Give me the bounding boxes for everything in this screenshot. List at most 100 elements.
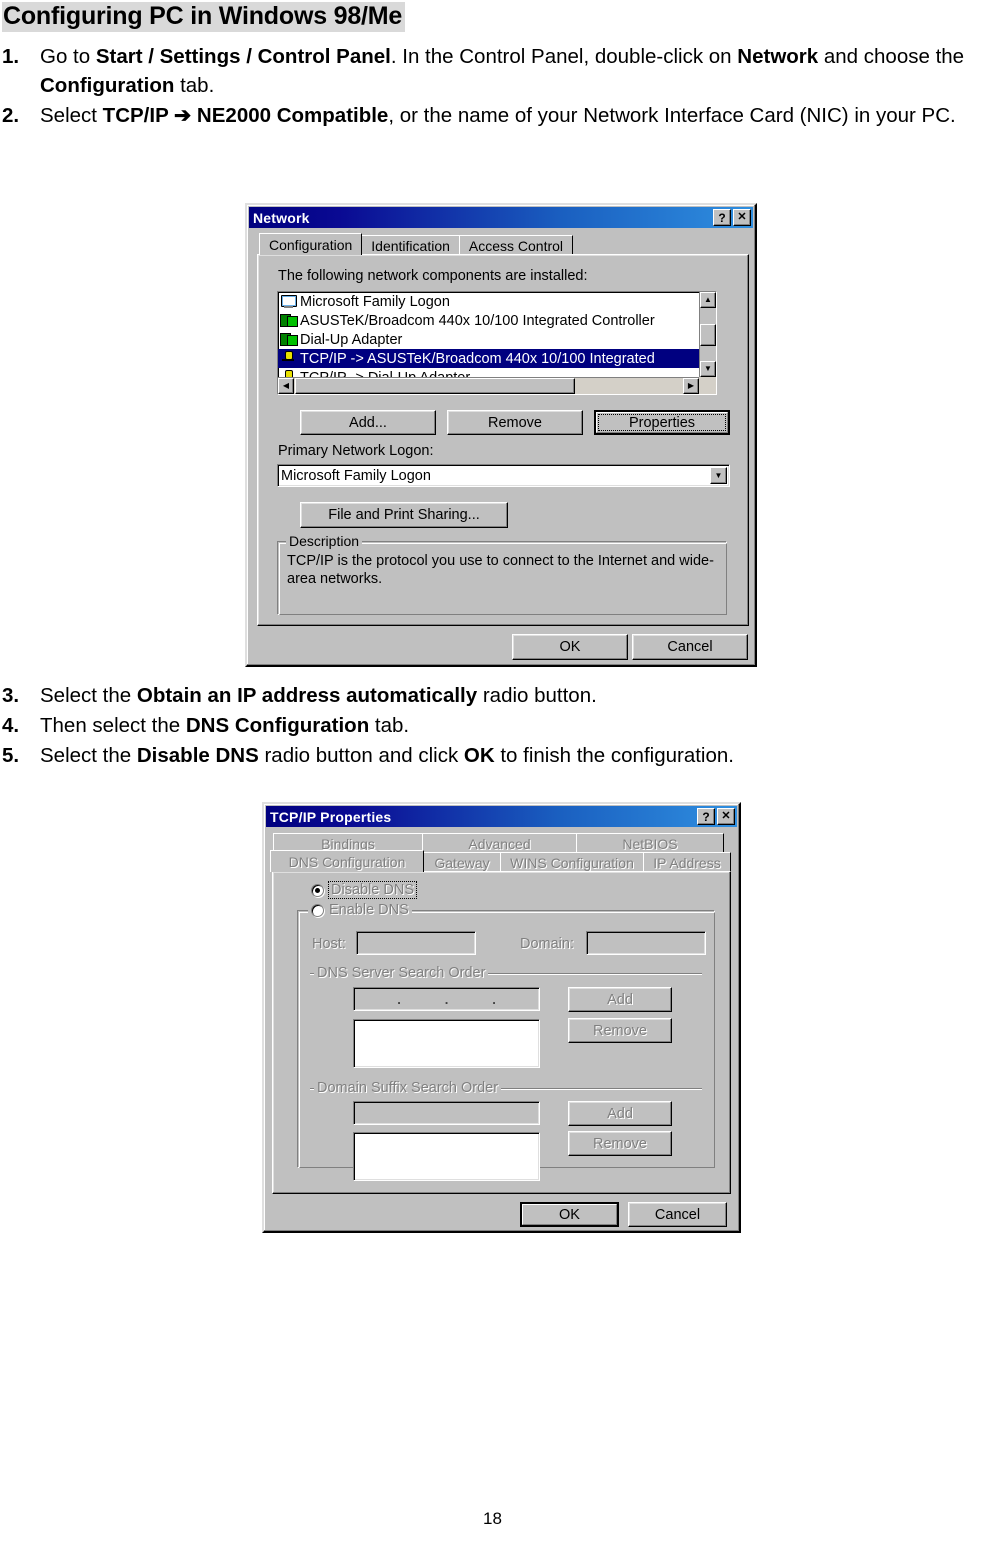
disable-dns-label: Disable DNS bbox=[328, 881, 417, 899]
host-input[interactable] bbox=[356, 931, 476, 955]
step-number: 3. bbox=[2, 684, 20, 707]
tab-wins-configuration[interactable]: WINS Configuration bbox=[500, 852, 644, 872]
ok-button-label: OK bbox=[559, 639, 581, 655]
dns-search-order-title: DNS Server Search Order bbox=[314, 965, 489, 981]
tcpip-cancel-button[interactable]: Cancel bbox=[628, 1202, 727, 1227]
tab-identification[interactable]: Identification bbox=[361, 235, 460, 255]
add-button[interactable]: Add... bbox=[300, 410, 436, 435]
tab-label: DNS Configuration bbox=[288, 853, 406, 870]
list-item-label: Microsoft Family Logon bbox=[300, 293, 450, 310]
network-components-list[interactable]: Microsoft Family Logon ASUSTeK/Broadcom … bbox=[277, 291, 717, 395]
step-text: Select the Obtain an IP address automati… bbox=[40, 684, 597, 707]
tcpip-ok-button[interactable]: OK bbox=[520, 1202, 619, 1227]
page-number: 18 bbox=[483, 1509, 502, 1528]
list-item[interactable]: Dial-Up Adapter bbox=[278, 330, 699, 349]
cancel-button-label: Cancel bbox=[667, 639, 713, 655]
domain-label: Domain: bbox=[520, 936, 574, 952]
suffix-add-label: Add bbox=[607, 1105, 633, 1122]
primary-logon-value: Microsoft Family Logon bbox=[281, 467, 431, 484]
properties-button[interactable]: Properties bbox=[594, 410, 730, 435]
scroll-right-icon[interactable]: ▶ bbox=[683, 378, 699, 394]
dns-remove-button[interactable]: Remove bbox=[568, 1018, 672, 1043]
step-number: 5. bbox=[2, 744, 20, 768]
list-item[interactable]: TCP/IP -> ASUSTeK/Broadcom 440x 10/100 I… bbox=[278, 349, 699, 368]
tab-label: Access Control bbox=[468, 237, 564, 254]
network-titlebar[interactable]: Network ? ✕ bbox=[249, 207, 753, 228]
tab-ip-address[interactable]: IP Address bbox=[643, 852, 731, 872]
list-item[interactable]: TCP/IP -> Dial-Up Adapter bbox=[278, 368, 699, 377]
tab-label: Identification bbox=[371, 237, 450, 254]
nic-icon bbox=[280, 313, 298, 328]
scroll-up-icon[interactable]: ▲ bbox=[700, 292, 716, 308]
description-text: TCP/IP is the protocol you use to connec… bbox=[287, 553, 714, 588]
ok-button[interactable]: OK bbox=[512, 634, 628, 660]
tcpip-titlebar[interactable]: TCP/IP Properties ? ✕ bbox=[266, 806, 737, 827]
remove-button[interactable]: Remove bbox=[447, 410, 583, 435]
remove-button-label: Remove bbox=[488, 414, 542, 431]
scroll-thumb[interactable] bbox=[295, 378, 575, 394]
tcpip-tabstrip-row2[interactable]: DNS Configuration Gateway WINS Configura… bbox=[270, 850, 731, 872]
list-item-label: TCP/IP -> ASUSTeK/Broadcom 440x 10/100 I… bbox=[300, 350, 655, 367]
instruction-steps-2: 3. Select the Obtain an IP address autom… bbox=[0, 681, 985, 771]
help-icon[interactable]: ? bbox=[713, 209, 731, 226]
dns-remove-label: Remove bbox=[593, 1022, 647, 1039]
domain-input[interactable] bbox=[586, 931, 706, 955]
tcpip-properties-dialog[interactable]: TCP/IP Properties ? ✕ Bindings Advanced … bbox=[262, 802, 741, 1233]
dns-add-button[interactable]: Add bbox=[568, 987, 672, 1012]
chevron-down-icon[interactable]: ▼ bbox=[710, 467, 727, 484]
scroll-down-icon[interactable]: ▼ bbox=[700, 361, 716, 377]
suffix-remove-button[interactable]: Remove bbox=[568, 1131, 672, 1156]
page-title: Configuring PC in Windows 98/Me bbox=[2, 2, 406, 32]
list-item: 1. Go to Start / Settings / Control Pane… bbox=[0, 42, 985, 100]
suffix-input[interactable] bbox=[353, 1101, 540, 1125]
dns-configuration-panel: Disable DNS Enable DNS Host: Domain: DNS… bbox=[272, 871, 731, 1194]
tcpip-cancel-label: Cancel bbox=[654, 1206, 701, 1223]
close-icon[interactable]: ✕ bbox=[717, 808, 735, 825]
network-dialog[interactable]: Network ? ✕ Configuration Identification… bbox=[245, 203, 757, 667]
suffix-add-button[interactable]: Add bbox=[568, 1101, 672, 1126]
suffix-list[interactable] bbox=[353, 1132, 540, 1181]
protocol-icon bbox=[280, 351, 297, 366]
tab-gateway[interactable]: Gateway bbox=[423, 852, 501, 872]
network-tabstrip[interactable]: Configuration Identification Access Cont… bbox=[259, 233, 574, 255]
step-text: Select TCP/IP ➔ NE2000 Compatible, or th… bbox=[40, 104, 956, 128]
dns-server-list[interactable] bbox=[353, 1019, 540, 1068]
enable-dns-groupbox: Enable DNS Host: Domain: DNS Server Sear… bbox=[297, 902, 715, 1181]
tab-configuration[interactable]: Configuration bbox=[259, 233, 363, 255]
list-item-label: Dial-Up Adapter bbox=[300, 331, 403, 348]
scroll-thumb[interactable] bbox=[700, 324, 716, 346]
close-icon[interactable]: ✕ bbox=[733, 209, 751, 226]
description-title: Description bbox=[286, 533, 363, 549]
radio-indicator bbox=[311, 903, 324, 917]
step-text: Go to Start / Settings / Control Panel. … bbox=[40, 45, 965, 98]
enable-dns-radio[interactable]: Enable DNS bbox=[308, 902, 412, 918]
protocol-icon bbox=[280, 370, 297, 377]
description-groupbox: Description TCP/IP is the protocol you u… bbox=[277, 533, 727, 615]
cancel-button[interactable]: Cancel bbox=[632, 634, 748, 660]
tab-label: IP Address bbox=[653, 854, 721, 871]
disable-dns-radio[interactable]: Disable DNS bbox=[311, 881, 417, 899]
tab-dns-configuration[interactable]: DNS Configuration bbox=[270, 850, 424, 872]
list-horizontal-scrollbar[interactable]: ◀ ▶ bbox=[278, 377, 699, 394]
help-icon[interactable]: ? bbox=[697, 808, 715, 825]
primary-logon-combobox[interactable]: Microsoft Family Logon ▼ bbox=[277, 464, 730, 487]
step-number: 2. bbox=[2, 104, 20, 128]
radio-indicator bbox=[311, 883, 324, 897]
components-label: The following network components are ins… bbox=[278, 268, 588, 284]
network-dialog-title: Network bbox=[253, 209, 310, 226]
tcpip-dialog-title: TCP/IP Properties bbox=[270, 808, 392, 825]
configuration-panel: The following network components are ins… bbox=[257, 254, 749, 626]
dns-server-ip-input[interactable]: . . . bbox=[353, 987, 540, 1011]
list-item: 5. Select the Disable DNS radio button a… bbox=[0, 741, 985, 770]
primary-logon-label: Primary Network Logon: bbox=[278, 443, 434, 459]
list-item[interactable]: ASUSTeK/Broadcom 440x 10/100 Integrated … bbox=[278, 311, 699, 330]
tab-label: WINS Configuration bbox=[510, 854, 634, 871]
list-item[interactable]: Microsoft Family Logon bbox=[278, 292, 699, 311]
scroll-left-icon[interactable]: ◀ bbox=[278, 378, 294, 394]
list-vertical-scrollbar[interactable]: ▲ ▼ bbox=[699, 292, 716, 377]
suffix-list-value bbox=[354, 1133, 358, 1151]
tab-access-control[interactable]: Access Control bbox=[458, 235, 574, 255]
file-print-sharing-button[interactable]: File and Print Sharing... bbox=[300, 502, 508, 528]
list-item-label: ASUSTeK/Broadcom 440x 10/100 Integrated … bbox=[300, 312, 655, 329]
dns-list-value bbox=[354, 1020, 358, 1038]
